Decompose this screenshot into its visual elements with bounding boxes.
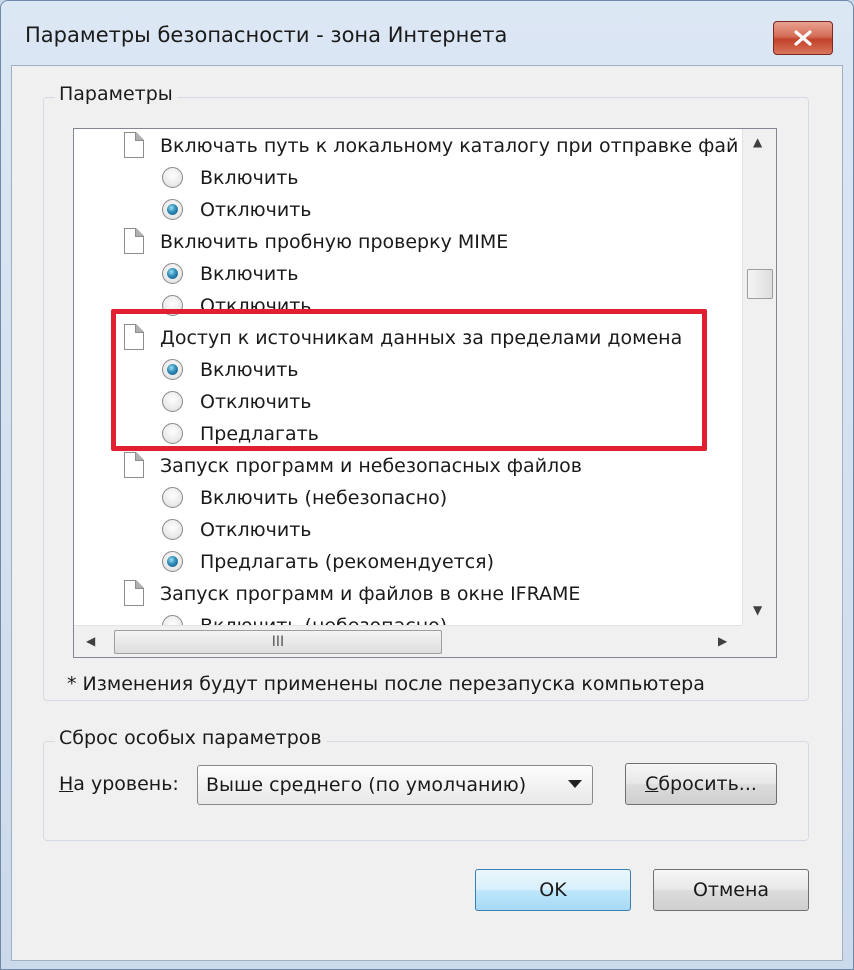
option-label: Отключить bbox=[200, 199, 312, 221]
category-label: Запуск программ и файлов в окне IFRAME bbox=[160, 583, 581, 605]
level-label-text: а уровень: bbox=[73, 773, 179, 795]
option-label: Предлагать bbox=[200, 423, 319, 445]
reset-button-accel: С bbox=[645, 773, 659, 795]
option-label: Включить bbox=[200, 167, 299, 189]
settings-group-label: Параметры bbox=[55, 83, 177, 105]
document-icon bbox=[124, 228, 144, 254]
setting-option[interactable]: Включить bbox=[74, 259, 299, 289]
restart-note: * Изменения будут применены после переза… bbox=[67, 673, 705, 695]
radio-unchecked-icon[interactable] bbox=[162, 391, 183, 412]
option-label: Отключить bbox=[200, 519, 312, 541]
scroll-down-icon[interactable]: ▼ bbox=[753, 603, 762, 617]
setting-category: Включать путь к локальному каталогу при … bbox=[74, 131, 738, 161]
vertical-scroll-thumb[interactable] bbox=[747, 269, 773, 299]
settings-list: Включать путь к локальному каталогу при … bbox=[74, 129, 742, 625]
category-label: Запуск программ и небезопасных файлов bbox=[160, 455, 583, 477]
level-label: На уровень: bbox=[59, 773, 179, 795]
chevron-down-icon bbox=[568, 780, 582, 788]
reset-button[interactable]: Сбросить... bbox=[625, 763, 777, 805]
category-label: Включить пробную проверку MIME bbox=[160, 231, 509, 253]
document-icon bbox=[124, 580, 144, 606]
radio-checked-icon[interactable] bbox=[162, 359, 183, 380]
close-button[interactable] bbox=[773, 21, 833, 55]
option-label: Включить bbox=[200, 359, 299, 381]
setting-option[interactable]: Отключить bbox=[74, 195, 311, 225]
window-title: Параметры безопасности - зона Интернета bbox=[25, 23, 508, 47]
vertical-scrollbar[interactable]: ▲ ▼ bbox=[742, 129, 776, 625]
radio-unchecked-icon[interactable] bbox=[162, 295, 183, 316]
reset-button-label: бросить... bbox=[658, 773, 757, 795]
horizontal-scrollbar[interactable]: ◀ III ▶ bbox=[74, 625, 742, 657]
radio-unchecked-icon[interactable] bbox=[162, 423, 183, 444]
setting-category: Включить пробную проверку MIME bbox=[74, 227, 508, 257]
document-icon bbox=[124, 324, 144, 350]
option-label: Отключить bbox=[200, 391, 312, 413]
option-label: Включить (небезопасно) bbox=[200, 615, 447, 625]
scroll-grip: III bbox=[271, 634, 285, 650]
radio-checked-icon[interactable] bbox=[162, 263, 183, 284]
security-settings-dialog: Параметры безопасности - зона Интернета … bbox=[0, 0, 854, 970]
radio-checked-icon[interactable] bbox=[162, 199, 183, 220]
document-icon bbox=[124, 452, 144, 478]
level-label-accel: Н bbox=[59, 773, 74, 795]
close-icon bbox=[794, 30, 812, 46]
setting-option[interactable]: Включить bbox=[74, 355, 299, 385]
setting-option[interactable]: Включить bbox=[74, 163, 299, 193]
setting-option[interactable]: Отключить bbox=[74, 387, 311, 417]
setting-option[interactable]: Предлагать bbox=[74, 419, 319, 449]
horizontal-scroll-thumb[interactable]: III bbox=[114, 630, 442, 654]
ok-button[interactable]: OK bbox=[475, 869, 631, 911]
category-label: Включать путь к локальному каталогу при … bbox=[160, 135, 739, 157]
option-label: Отключить bbox=[200, 295, 312, 317]
radio-unchecked-icon[interactable] bbox=[162, 615, 183, 625]
radio-unchecked-icon[interactable] bbox=[162, 487, 183, 508]
radio-unchecked-icon[interactable] bbox=[162, 519, 183, 540]
setting-option[interactable]: Предлагать (рекомендуется) bbox=[74, 547, 494, 577]
settings-listbox[interactable]: Включать путь к локальному каталогу при … bbox=[73, 128, 777, 658]
setting-option[interactable]: Отключить bbox=[74, 515, 311, 545]
option-label: Включить (небезопасно) bbox=[200, 487, 448, 509]
cancel-button[interactable]: Отмена bbox=[653, 869, 809, 911]
setting-category: Запуск программ и небезопасных файлов bbox=[74, 451, 582, 481]
option-label: Предлагать (рекомендуется) bbox=[200, 551, 495, 573]
setting-option[interactable]: Включить (небезопасно) bbox=[74, 483, 447, 513]
scroll-left-icon[interactable]: ◀ bbox=[86, 634, 95, 648]
radio-checked-icon[interactable] bbox=[162, 551, 183, 572]
setting-category: Доступ к источникам данных за пределами … bbox=[74, 323, 682, 353]
category-label: Доступ к источникам данных за пределами … bbox=[160, 327, 683, 349]
reset-group-label: Сброс особых параметров bbox=[55, 727, 326, 749]
option-label: Включить bbox=[200, 263, 299, 285]
scroll-corner bbox=[742, 625, 776, 657]
setting-option[interactable]: Отключить bbox=[74, 291, 311, 321]
setting-option[interactable]: Включить (небезопасно) bbox=[74, 611, 447, 625]
radio-unchecked-icon[interactable] bbox=[162, 167, 183, 188]
level-select[interactable]: Выше среднего (по умолчанию) bbox=[197, 765, 593, 805]
document-icon bbox=[124, 132, 144, 158]
scroll-right-icon[interactable]: ▶ bbox=[718, 634, 727, 648]
setting-category: Запуск программ и файлов в окне IFRAME bbox=[74, 579, 580, 609]
scroll-up-icon[interactable]: ▲ bbox=[753, 135, 762, 149]
level-select-value: Выше среднего (по умолчанию) bbox=[206, 774, 527, 796]
